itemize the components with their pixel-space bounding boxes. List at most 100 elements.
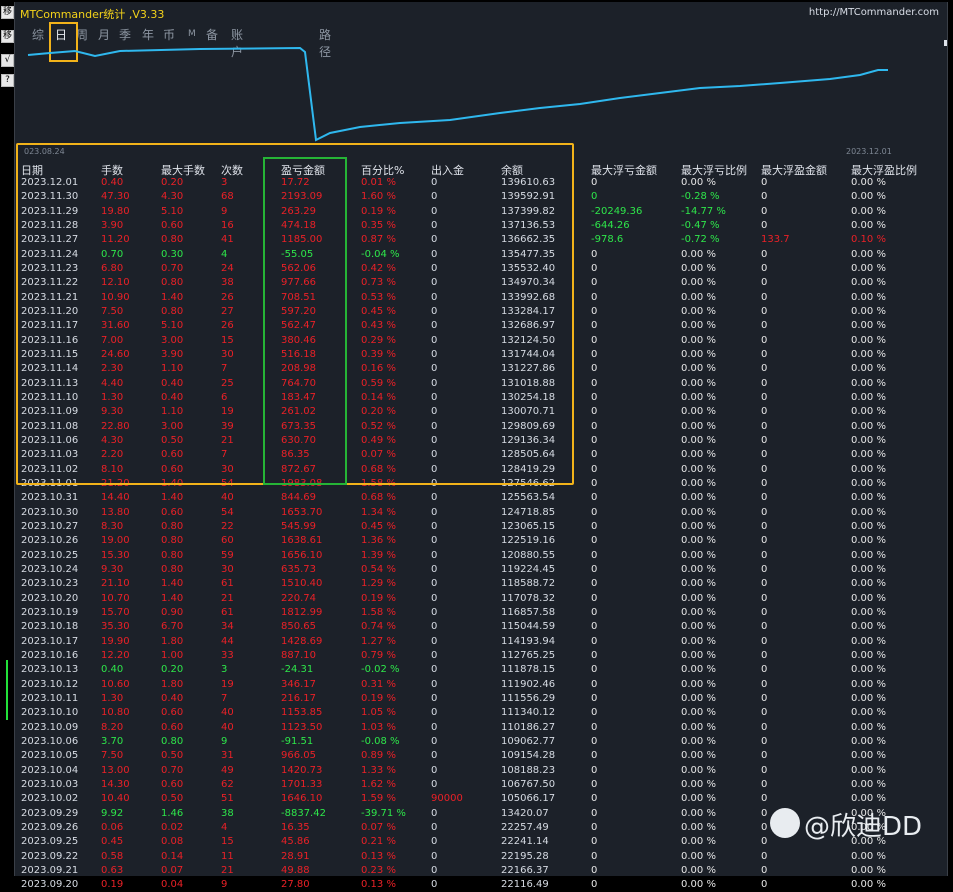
cell-date: 2023.10.25	[21, 549, 79, 561]
cell-fp-pct: 0.00 %	[851, 606, 886, 618]
cell-fp-pct: 0.00 %	[851, 177, 886, 188]
cell-io: 0	[431, 807, 438, 819]
cell-count: 7	[221, 692, 228, 704]
cell-fp-amt: 0	[761, 320, 768, 332]
cell-fl-amt: 0	[591, 549, 598, 561]
cell-date: 2023.10.30	[21, 506, 79, 518]
cell-pnl: 216.17	[281, 692, 316, 704]
cell-io: 0	[431, 864, 438, 876]
cell-fp-amt: 0	[761, 821, 768, 833]
cell-bal: 112765.25	[501, 649, 556, 661]
cell-max-lots: 0.70	[161, 764, 184, 776]
cell-date: 2023.10.03	[21, 778, 79, 790]
cell-count: 22	[221, 520, 234, 532]
cell-fl-pct: -14.77 %	[681, 205, 726, 217]
cell-date: 2023.10.13	[21, 664, 79, 676]
cell-date: 2023.10.16	[21, 649, 79, 661]
cell-fl-amt: 0	[591, 434, 598, 446]
cell-fl-pct: 0.00 %	[681, 864, 716, 876]
cell-count: 34	[221, 621, 234, 633]
cell-max-lots: 0.14	[161, 850, 184, 862]
cell-bal: 111340.12	[501, 707, 556, 719]
cell-max-lots: 0.60	[161, 506, 184, 518]
cell-pnl: 1653.70	[281, 506, 323, 518]
cell-pct: 0.74 %	[361, 621, 396, 633]
cell-date: 2023.10.23	[21, 578, 79, 590]
cell-pnl: 1153.85	[281, 707, 323, 719]
cell-fl-pct: 0.00 %	[681, 836, 716, 848]
cell-count: 61	[221, 578, 234, 590]
cell-fl-pct: -0.47 %	[681, 219, 720, 231]
cell-fp-amt: 0	[761, 520, 768, 532]
cell-pct: 0.07 %	[361, 821, 396, 833]
cell-fp-pct: 0.00 %	[851, 377, 886, 389]
cell-max-lots: 0.50	[161, 750, 184, 762]
cell-max-lots: 0.02	[161, 821, 184, 833]
cell-fl-pct: 0.00 %	[681, 177, 716, 188]
cell-max-lots: 0.20	[161, 664, 184, 676]
cell-fl-amt: 0	[591, 592, 598, 604]
cell-fl-amt: 0	[591, 363, 598, 375]
cell-fp-amt: 0	[761, 621, 768, 633]
cell-io: 0	[431, 879, 438, 891]
cell-fl-pct: 0.00 %	[681, 549, 716, 561]
cell-fl-pct: 0.00 %	[681, 606, 716, 618]
cell-fl-pct: 0.00 %	[681, 592, 716, 604]
cell-date: 2023.09.26	[21, 821, 79, 833]
cell-max-lots: 0.80	[161, 520, 184, 532]
cell-fp-pct: 0.00 %	[851, 320, 886, 332]
cell-fp-pct: 0.00 %	[851, 248, 886, 260]
cell-fp-amt: 0	[761, 177, 768, 188]
cell-date: 2023.10.05	[21, 750, 79, 762]
cell-io: 0	[431, 750, 438, 762]
balance-chart	[27, 46, 888, 142]
cell-fp-amt: 0	[761, 778, 768, 790]
cell-fl-pct: 0.00 %	[681, 735, 716, 747]
cell-fl-pct: 0.00 %	[681, 678, 716, 690]
cell-fp-pct: 0.00 %	[851, 363, 886, 375]
cell-fl-amt: 0	[591, 578, 598, 590]
cell-fp-amt: 0	[761, 692, 768, 704]
cell-count: 51	[221, 793, 234, 805]
cell-fp-pct: 0.00 %	[851, 492, 886, 504]
cell-lots: 10.70	[101, 592, 130, 604]
cell-count: 60	[221, 535, 234, 547]
cell-date: 2023.10.27	[21, 520, 79, 532]
cell-count: 9	[221, 879, 228, 891]
cell-fp-amt: 0	[761, 420, 768, 432]
cell-bal: 22116.49	[501, 879, 549, 891]
cell-fp-amt: 0	[761, 535, 768, 547]
cell-fl-amt: 0	[591, 836, 598, 848]
cell-max-lots: 1.00	[161, 649, 184, 661]
cell-max-lots: 1.40	[161, 592, 184, 604]
cell-bal: 123065.15	[501, 520, 556, 532]
cell-fp-pct: 0.00 %	[851, 549, 886, 561]
cell-lots: 13.80	[101, 506, 130, 518]
cell-fl-amt: 0	[591, 506, 598, 518]
cell-fp-amt: 0	[761, 563, 768, 575]
cell-count: 4	[221, 821, 228, 833]
cell-fp-amt: 0	[761, 377, 768, 389]
cell-fl-amt: 0	[591, 821, 598, 833]
cell-count: 30	[221, 563, 234, 575]
cell-pct: -39.71 %	[361, 807, 406, 819]
cell-max-lots: 0.90	[161, 606, 184, 618]
cell-lots: 0.06	[101, 821, 124, 833]
cell-fl-pct: 0.00 %	[681, 420, 716, 432]
cell-fp-amt: 0	[761, 291, 768, 303]
cell-fl-pct: 0.00 %	[681, 291, 716, 303]
cell-fp-pct: 0.00 %	[851, 463, 886, 475]
cell-fl-amt: 0	[591, 692, 598, 704]
cell-fp-amt: 0	[761, 750, 768, 762]
cell-pnl: 887.10	[281, 649, 316, 661]
cell-pct: 1.03 %	[361, 721, 396, 733]
cell-date: 2023.10.02	[21, 793, 79, 805]
cell-pct: 0.13 %	[361, 850, 396, 862]
cell-date: 2023.10.09	[21, 721, 79, 733]
cell-io: 0	[431, 606, 438, 618]
cell-bal: 125563.54	[501, 492, 556, 504]
cell-fp-amt: 0	[761, 363, 768, 375]
cell-max-lots: 0.80	[161, 563, 184, 575]
cell-fp-pct: 0.00 %	[851, 219, 886, 231]
cell-io: 0	[431, 578, 438, 590]
